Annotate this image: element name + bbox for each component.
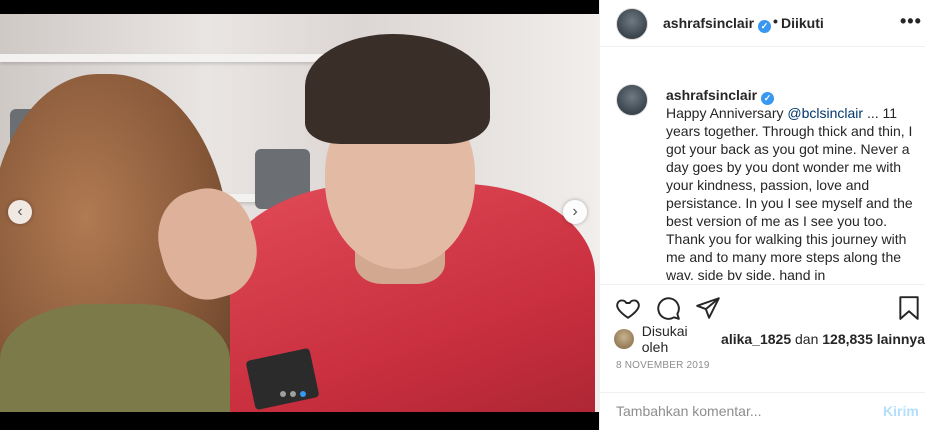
caption-start: Happy Anniversary [666, 105, 788, 121]
caption-rest: ... 11 years together. Through thick and… [666, 105, 913, 280]
bookmark-icon[interactable] [896, 295, 922, 321]
caption-area: ashrafsinclair ✓ Happy Anniversary @bclsi… [600, 72, 925, 280]
comment-input[interactable] [616, 401, 866, 421]
header-username[interactable]: ashrafsinclair ✓ [663, 15, 772, 33]
carousel-dot [290, 391, 296, 397]
likes-count[interactable]: 128,835 [822, 331, 873, 347]
carousel-indicator [280, 391, 306, 397]
man-hair [305, 34, 490, 144]
follow-status-button[interactable]: Diikuti [781, 15, 824, 31]
post-header: ashrafsinclair ✓ • Diikuti ••• [600, 0, 925, 47]
carousel-dot [300, 391, 306, 397]
caption-text: Happy Anniversary @bclsinclair ... 11 ye… [666, 104, 916, 280]
username-text[interactable]: ashrafsinclair [663, 15, 754, 31]
heart-icon[interactable] [615, 295, 641, 321]
avatar[interactable] [614, 329, 634, 349]
verified-badge-icon: ✓ [758, 20, 772, 33]
likes-summary: Disukai oleh alika_1825 dan 128,835 lain… [614, 323, 925, 355]
store-shelf [0, 54, 330, 62]
post-photo[interactable] [0, 14, 599, 412]
carousel-dot [280, 391, 286, 397]
woman-top [0, 304, 230, 412]
carousel-next-button[interactable]: › [563, 200, 587, 224]
separator-dot: • [773, 13, 778, 29]
post-side-panel: ashrafsinclair ✓ • Diikuti ••• ashrafsinc… [599, 0, 925, 430]
carousel-prev-button[interactable]: ‹ [8, 200, 32, 224]
username-text[interactable]: ashrafsinclair [666, 87, 757, 103]
likes-prefix: Disukai oleh [641, 323, 688, 355]
avatar[interactable] [616, 8, 648, 40]
comment-bar: Kirim [600, 392, 925, 430]
avatar[interactable] [616, 84, 648, 116]
mention-link[interactable]: @bclsinclair [787, 105, 863, 121]
post-date[interactable]: 8 NOVEMBER 2019 [616, 360, 710, 371]
liker-username[interactable]: alika_1825 [721, 331, 791, 347]
paper-plane-icon[interactable] [695, 295, 721, 321]
comment-icon[interactable] [655, 295, 681, 321]
caption-username[interactable]: ashrafsinclair ✓ [666, 87, 775, 105]
more-options-icon[interactable]: ••• [900, 11, 922, 32]
media-frame: ‹ › [0, 0, 599, 430]
likes-joiner: dan [795, 331, 819, 347]
likes-suffix[interactable]: lainnya [877, 331, 925, 347]
post-comment-button[interactable]: Kirim [883, 403, 919, 419]
